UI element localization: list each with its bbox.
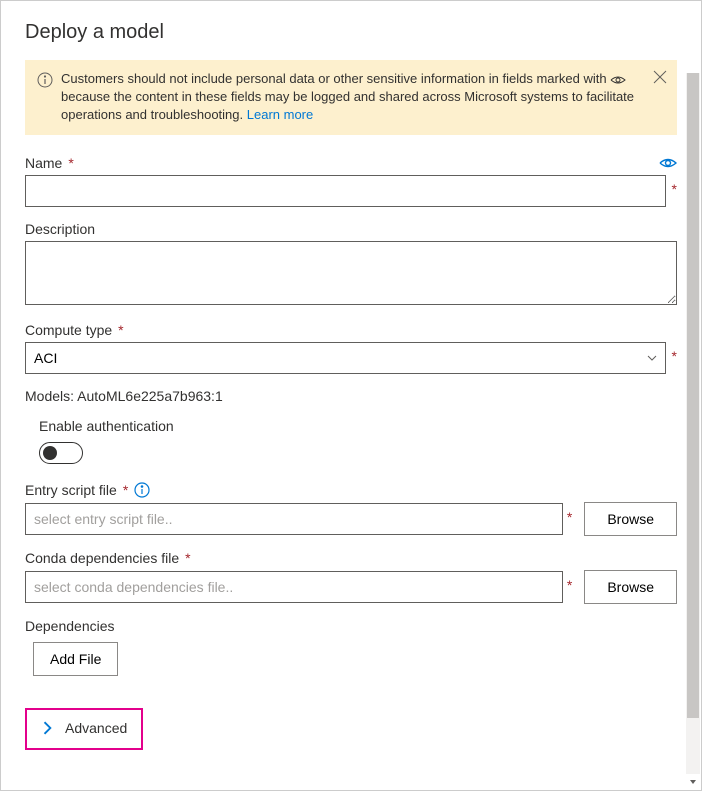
deploy-model-panel: Deploy a model Customers should not incl… bbox=[1, 1, 701, 790]
name-input[interactable] bbox=[25, 175, 666, 207]
info-icon bbox=[37, 72, 53, 88]
panel-title: Deploy a model bbox=[25, 21, 677, 44]
scroll-content: Customers should not include personal da… bbox=[25, 60, 677, 750]
name-label: Name * bbox=[25, 155, 74, 171]
entry-script-label: Entry script file * bbox=[25, 482, 150, 498]
eye-inline-icon bbox=[610, 74, 626, 86]
required-asterisk: * bbox=[185, 550, 190, 566]
info-text-part2: because the content in these fields may … bbox=[61, 89, 634, 122]
dependencies-field-group: Dependencies Add File bbox=[25, 618, 677, 676]
compute-type-field-group: Compute type * * bbox=[25, 322, 677, 374]
compute-type-select[interactable] bbox=[25, 342, 666, 374]
entry-script-field-group: Entry script file * * Brows bbox=[25, 482, 677, 536]
conda-input[interactable] bbox=[25, 571, 563, 603]
advanced-label: Advanced bbox=[65, 720, 127, 736]
auth-group: Enable authentication bbox=[25, 418, 677, 464]
chevron-right-icon bbox=[41, 721, 55, 735]
entry-script-browse-button[interactable]: Browse bbox=[584, 502, 677, 536]
required-asterisk: * bbox=[567, 577, 572, 593]
advanced-toggle[interactable]: Advanced bbox=[41, 720, 127, 736]
learn-more-link[interactable]: Learn more bbox=[247, 107, 313, 122]
eye-indicator-icon bbox=[659, 156, 677, 170]
compute-type-label: Compute type * bbox=[25, 322, 124, 338]
models-text: Models: AutoML6e225a7b963:1 bbox=[25, 388, 677, 404]
conda-label: Conda dependencies file * bbox=[25, 550, 191, 566]
required-asterisk: * bbox=[118, 322, 123, 338]
required-asterisk: * bbox=[68, 155, 73, 171]
conda-field-group: Conda dependencies file * * Browse bbox=[25, 550, 677, 604]
entry-script-input[interactable] bbox=[25, 503, 563, 535]
required-asterisk: * bbox=[672, 181, 677, 197]
advanced-section-highlight: Advanced bbox=[25, 708, 143, 750]
close-icon[interactable] bbox=[653, 70, 667, 84]
scrollbar-down-arrow[interactable] bbox=[686, 775, 700, 789]
auth-toggle[interactable] bbox=[39, 442, 83, 464]
auth-label: Enable authentication bbox=[39, 418, 677, 434]
required-asterisk: * bbox=[672, 348, 677, 364]
info-text-part1: Customers should not include personal da… bbox=[61, 71, 610, 86]
info-circle-icon[interactable] bbox=[134, 482, 150, 498]
add-file-button[interactable]: Add File bbox=[33, 642, 118, 676]
conda-browse-button[interactable]: Browse bbox=[584, 570, 677, 604]
info-banner: Customers should not include personal da… bbox=[25, 60, 677, 135]
dependencies-label: Dependencies bbox=[25, 618, 115, 634]
description-field-group: Description bbox=[25, 221, 677, 308]
description-input[interactable] bbox=[25, 241, 677, 305]
description-label: Description bbox=[25, 221, 95, 237]
scrollbar-thumb[interactable] bbox=[687, 73, 699, 718]
toggle-knob bbox=[43, 446, 57, 460]
compute-type-value[interactable] bbox=[25, 342, 666, 374]
info-text: Customers should not include personal da… bbox=[61, 70, 641, 125]
scrollbar-track[interactable] bbox=[686, 73, 700, 774]
required-asterisk: * bbox=[123, 482, 128, 498]
required-asterisk: * bbox=[567, 509, 572, 525]
name-field-group: Name * * bbox=[25, 155, 677, 207]
